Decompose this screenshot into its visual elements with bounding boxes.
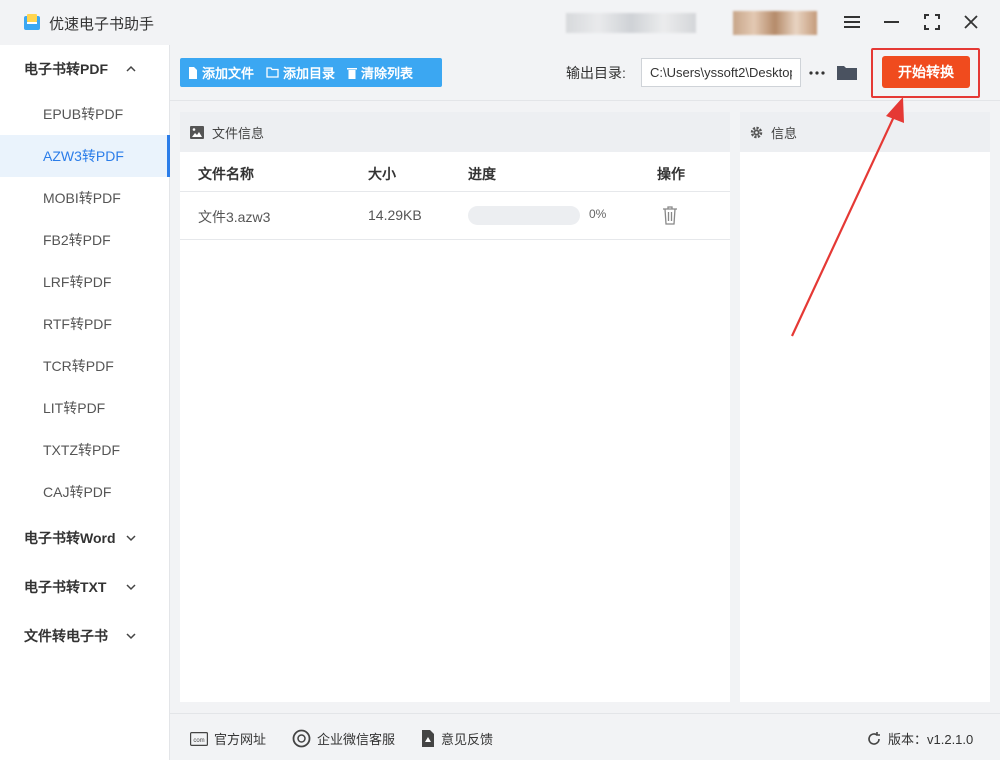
folder-outline-icon [266, 67, 279, 78]
website-link[interactable]: com 官方网址 [190, 729, 266, 748]
sidebar-item-mobi[interactable]: MOBI转PDF [0, 177, 170, 219]
info-title: 信息 [771, 123, 797, 142]
menu-button[interactable] [837, 8, 867, 36]
gear-icon [750, 126, 763, 139]
trash-icon [347, 67, 357, 79]
sidebar-item-label: MOBI转PDF [43, 188, 121, 208]
sidebar-item-label: TCR转PDF [43, 356, 114, 376]
chevron-down-icon [125, 630, 137, 642]
version-info: 版本：v1.2.1.0 [866, 729, 973, 748]
file-info-title: 文件信息 [212, 123, 264, 142]
sidebar-group-label: 电子书转Word [24, 528, 116, 548]
feedback-icon [421, 730, 435, 747]
sidebar: 电子书转PDF EPUB转PDF AZW3转PDF MOBI转PDF FB2转P… [0, 45, 170, 760]
blurred-account-name [566, 13, 696, 33]
website-icon: com [190, 732, 208, 746]
app-logo-icon [22, 12, 42, 32]
app-title: 优速电子书助手 [49, 13, 154, 34]
hamburger-icon [844, 15, 860, 29]
file-actions-group: 添加文件 添加目录 清除列表 [180, 58, 442, 87]
clear-list-button[interactable]: 清除列表 [339, 58, 417, 87]
status-bar: com 官方网址 企业微信客服 意见反馈 版本：v1.2.1.0 [170, 713, 1000, 760]
clear-list-label: 清除列表 [361, 63, 413, 82]
sidebar-item-label: EPUB转PDF [43, 104, 123, 124]
sidebar-item-fb2[interactable]: FB2转PDF [0, 219, 170, 261]
feedback-label: 意见反馈 [441, 729, 493, 748]
sidebar-item-epub[interactable]: EPUB转PDF [0, 93, 170, 135]
sidebar-item-azw3[interactable]: AZW3转PDF [0, 135, 170, 177]
sidebar-item-lrf[interactable]: LRF转PDF [0, 261, 170, 303]
table-header: 文件名称 大小 进度 操作 [180, 152, 730, 192]
website-label: 官方网址 [214, 729, 266, 748]
browse-more-button[interactable] [806, 58, 828, 87]
sidebar-group-word[interactable]: 电子书转Word [0, 518, 170, 558]
file-icon [188, 67, 198, 79]
wechat-label: 企业微信客服 [317, 729, 395, 748]
more-dots-icon [809, 71, 825, 75]
file-name: 文件3.azw3 [198, 207, 270, 227]
title-bar: 优速电子书助手 [0, 0, 1000, 45]
folder-icon [837, 64, 857, 80]
table-row[interactable]: 文件3.azw3 14.29KB 0% [180, 192, 730, 240]
sidebar-item-label: AZW3转PDF [43, 146, 124, 166]
progress-percent: 0% [589, 207, 606, 221]
close-icon [964, 15, 978, 29]
svg-text:com: com [193, 738, 204, 744]
minimize-icon [884, 15, 900, 29]
refresh-icon [866, 731, 882, 747]
output-dir-input[interactable] [641, 58, 801, 87]
sidebar-group-label: 文件转电子书 [24, 626, 108, 646]
close-button[interactable] [956, 8, 986, 36]
add-file-label: 添加文件 [202, 63, 254, 82]
sidebar-item-label: RTF转PDF [43, 314, 112, 334]
col-progress: 进度 [468, 164, 496, 184]
maximize-button[interactable] [917, 8, 947, 36]
chevron-down-icon [125, 532, 137, 544]
start-convert-button[interactable]: 开始转换 [882, 56, 970, 88]
image-icon [190, 126, 204, 139]
progress-bar [468, 206, 580, 225]
col-name: 文件名称 [198, 164, 254, 184]
version-label: 版本：v1.2.1.0 [888, 729, 973, 748]
chevron-down-icon [125, 581, 137, 593]
minimize-button[interactable] [877, 8, 907, 36]
sidebar-item-label: CAJ转PDF [43, 482, 111, 502]
file-info-panel: 文件信息 文件名称 大小 进度 操作 文件3.azw3 14.29KB 0% [180, 112, 730, 702]
col-action: 操作 [657, 164, 685, 184]
sidebar-item-lit[interactable]: LIT转PDF [0, 387, 170, 429]
sidebar-item-rtf[interactable]: RTF转PDF [0, 303, 170, 345]
sidebar-item-label: TXTZ转PDF [43, 440, 120, 460]
info-panel: 信息 [740, 112, 990, 702]
feedback-link[interactable]: 意见反馈 [421, 729, 493, 748]
chat-icon [292, 729, 311, 748]
sidebar-item-tcr[interactable]: TCR转PDF [0, 345, 170, 387]
add-folder-button[interactable]: 添加目录 [258, 58, 339, 87]
sidebar-group-label: 电子书转PDF [24, 59, 108, 79]
col-size: 大小 [368, 164, 396, 184]
file-info-header: 文件信息 [180, 112, 730, 152]
wechat-service-link[interactable]: 企业微信客服 [292, 729, 395, 748]
sidebar-group-pdf[interactable]: 电子书转PDF [0, 49, 170, 89]
sidebar-item-label: LIT转PDF [43, 398, 105, 418]
file-size: 14.29KB [368, 207, 422, 223]
blurred-avatar [733, 11, 817, 35]
sidebar-group-ebook[interactable]: 文件转电子书 [0, 616, 170, 656]
open-folder-button[interactable] [836, 59, 858, 85]
toolbar: 添加文件 添加目录 清除列表 输出目录: 开始转换 [170, 45, 1000, 101]
info-header: 信息 [740, 112, 990, 152]
sidebar-item-caj[interactable]: CAJ转PDF [0, 471, 170, 513]
add-file-button[interactable]: 添加文件 [180, 58, 258, 87]
sidebar-group-label: 电子书转TXT [24, 577, 106, 597]
sidebar-group-txt[interactable]: 电子书转TXT [0, 567, 170, 607]
sidebar-item-label: FB2转PDF [43, 230, 111, 250]
sidebar-item-label: LRF转PDF [43, 272, 111, 292]
fullscreen-icon [924, 14, 940, 30]
sidebar-item-txtz[interactable]: TXTZ转PDF [0, 429, 170, 471]
output-dir-label: 输出目录: [566, 63, 626, 83]
delete-icon[interactable] [662, 205, 678, 225]
add-folder-label: 添加目录 [283, 63, 335, 82]
chevron-up-icon [125, 63, 137, 75]
